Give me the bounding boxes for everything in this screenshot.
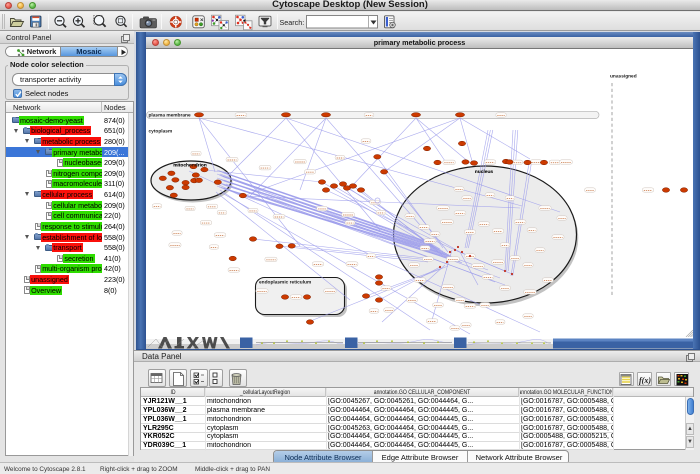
svg-text:plasma membrane: plasma membrane xyxy=(149,112,191,118)
svg-text:unassigned: unassigned xyxy=(610,74,637,80)
svg-text:f(x): f(x) xyxy=(639,376,651,385)
svg-text:cytoplasm: cytoplasm xyxy=(149,129,173,135)
svg-text:nucleus: nucleus xyxy=(475,169,493,175)
svg-text:endoplasmic reticulum: endoplasmic reticulum xyxy=(259,280,311,286)
svg-text:mitochondrion: mitochondrion xyxy=(173,163,207,169)
